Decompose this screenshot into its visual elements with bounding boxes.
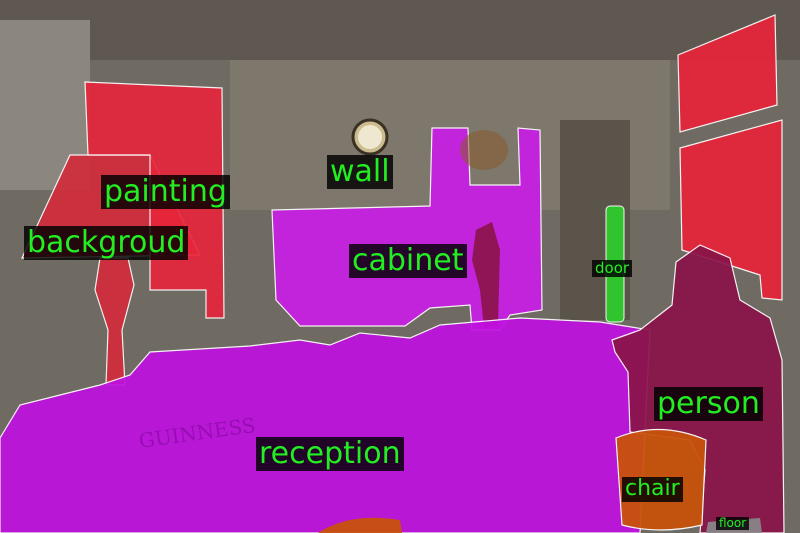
label-person: person <box>654 387 763 421</box>
label-chair: chair <box>622 476 683 502</box>
wall-clock-face <box>358 125 382 149</box>
segmentation-scene: GUINNESS painting wall backgroud cabinet… <box>0 0 800 533</box>
label-reception: reception <box>256 437 404 471</box>
label-wall: wall <box>327 155 393 189</box>
label-backgroud: backgroud <box>24 226 189 260</box>
ceiling-region <box>0 0 800 60</box>
label-floor: floor <box>716 516 750 531</box>
cabinet-barrel <box>460 130 508 170</box>
label-cabinet: cabinet <box>349 244 467 278</box>
label-door: door <box>592 260 633 277</box>
label-painting: painting <box>101 175 230 209</box>
